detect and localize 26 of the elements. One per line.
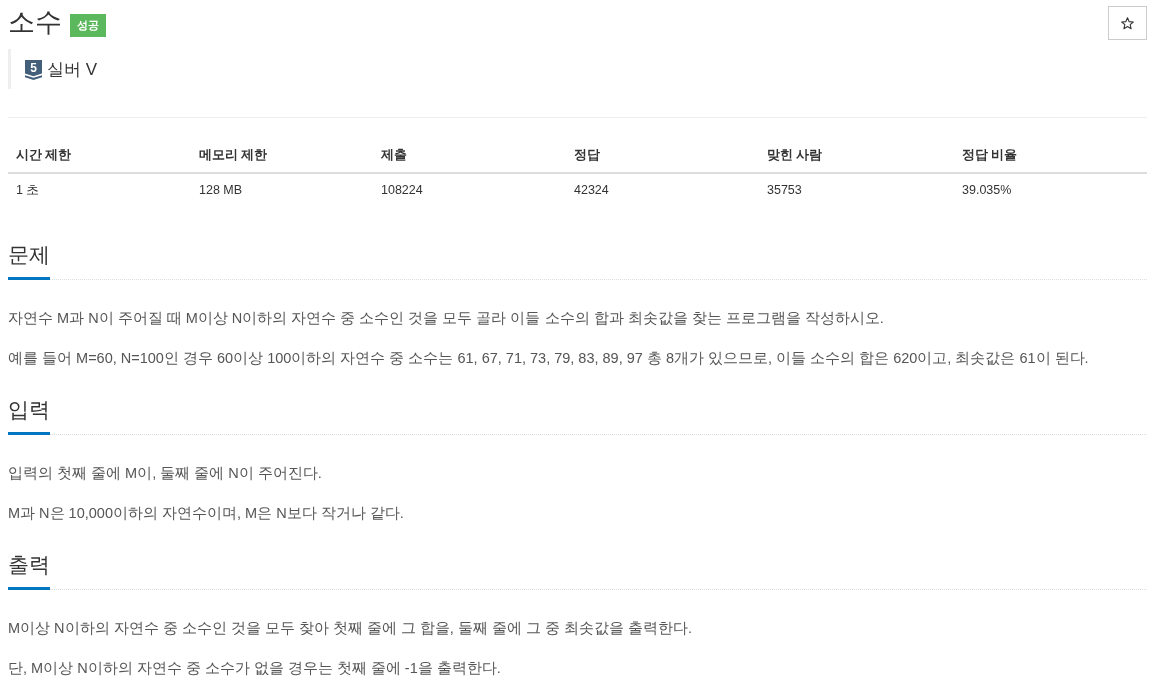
column-header: 정답 비율 xyxy=(961,147,1019,164)
table-cell-text: 1 초 xyxy=(15,182,41,199)
column-header: 맞힌 사람 xyxy=(766,147,824,164)
paragraph-text: 자연수 M과 N이 주어질 때 M이상 N이하의 자연수 중 소수인 것을 모두 골라 이들 소수의 합과 최솟값을 찾는 프로그램을 작성하시오. xyxy=(8,309,885,328)
paragraph-text: 예를 들어 M=60, N=100인 경우 60이상 100이하의 자연수 중 소수는 61, 67, 71, 73, 79, 83, 89, 97 총 8개가 있으므로, 이들 소수의 합은 620이고, 최솟값은 61이 된다. xyxy=(8,349,1090,368)
result-badge: 성공 xyxy=(70,13,106,37)
section-heading: 출력 xyxy=(8,550,50,590)
table-cell-text: 128 MB xyxy=(198,182,244,199)
paragraph-text: M과 N은 10,000이하의 자연수이며, M은 N보다 작거나 같다. xyxy=(8,504,405,523)
column-header: 시간 제한 xyxy=(15,147,73,164)
favorite-button[interactable] xyxy=(1108,6,1147,40)
paragraph-text: 입력의 첫째 줄에 M이, 둘째 줄에 N이 주어진다. xyxy=(8,464,323,483)
table-cell-text: 42324 xyxy=(573,182,610,199)
table-cell-text: 35753 xyxy=(766,182,803,199)
page-title: 소수 xyxy=(8,6,62,38)
section-heading: 문제 xyxy=(8,240,50,280)
shield-icon: 5 xyxy=(25,60,42,80)
paragraph-text: M이상 N이하의 자연수 중 소수인 것을 모두 찾아 첫째 줄에 그 합을, 둘째 줄에 그 중 최솟값을 출력한다. xyxy=(8,619,694,638)
paragraph-text: 단, M이상 N이하의 자연수 중 소수가 없을 경우는 첫째 줄에 -1을 출력한다. xyxy=(8,659,502,678)
column-header: 정답 xyxy=(573,147,601,164)
section-heading: 입력 xyxy=(8,395,50,435)
column-header: 메모리 제한 xyxy=(198,147,269,164)
table-cell-text: 39.035% xyxy=(961,182,1013,199)
tier-label: 실버 V xyxy=(47,59,98,81)
table-cell-text: 108224 xyxy=(380,182,424,199)
column-header: 제출 xyxy=(380,147,408,164)
